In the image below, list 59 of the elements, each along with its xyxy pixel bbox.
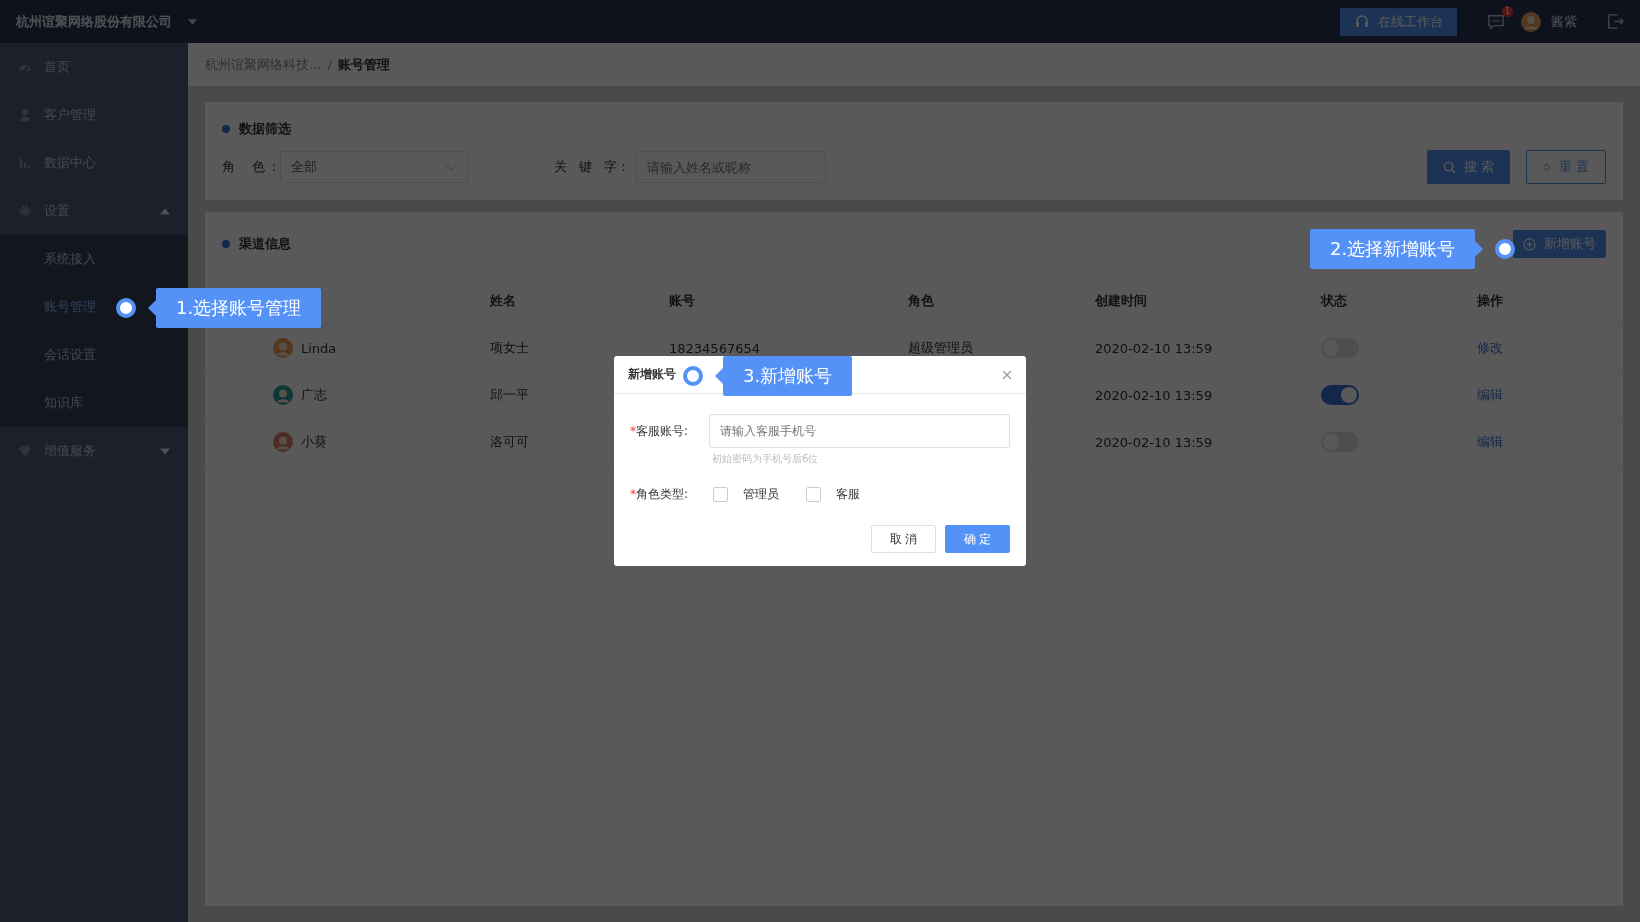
table-cell: 广志 [301,386,327,404]
field-label: 关 键 字: [554,158,630,176]
table-cell: Linda [301,340,337,356]
dialog-title: 新增账号 [628,366,676,383]
action-link[interactable]: 编辑 [1477,434,1503,449]
action-link[interactable]: 编辑 [1477,387,1503,402]
chevron-down-icon [445,163,457,171]
column-header: 角色 [908,293,934,308]
checkbox[interactable] [713,487,728,502]
callout-pointer-icon [1475,241,1484,257]
field-label: 角 色: [222,158,276,176]
action-link[interactable]: 修改 [1477,340,1503,355]
close-icon[interactable] [1002,369,1012,380]
avatar-icon[interactable] [1521,11,1541,32]
column-header: 状态 [1321,293,1347,308]
table-cell: 项女士 [490,340,529,355]
avatar-icon [273,338,293,358]
table-cell: 2020-02-10 13:59 [1095,387,1213,403]
message-icon[interactable] [1487,13,1505,30]
headset-icon [1354,13,1370,30]
username[interactable]: 酱紫 [1551,12,1577,31]
checkbox-label[interactable]: 管理员 [743,486,779,503]
section-title: 数据筛选 [239,120,291,138]
column-header: 操作 [1477,293,1503,308]
step-callout: 2.选择新增账号 [1310,229,1476,269]
field-hint: 初始密码为手机号后6位 [712,452,820,466]
logout-icon[interactable] [1607,13,1624,30]
role-select[interactable]: 全部 [280,151,468,183]
avatar-icon [273,432,293,452]
table-cell: 18234567654 [669,340,760,356]
breadcrumb-separator: / [327,57,332,72]
table-cell: 2020-02-10 13:59 [1095,434,1213,450]
company-name[interactable]: 杭州谊聚网络股份有限公司 [16,12,172,31]
account-field[interactable]: 请输入客服手机号 [709,414,1010,448]
table-cell: 超级管理员 [908,340,973,355]
column-header: 姓名 [490,293,516,308]
column-header: 账号 [669,293,695,308]
plus-circle-icon [1523,237,1536,251]
status-switch[interactable] [1321,385,1359,405]
caret-icon [188,18,197,25]
table-cell: 洛可可 [490,434,529,449]
section-title: 渠道信息 [239,235,291,253]
search-icon [1442,160,1456,174]
step-callout: 3.新增账号 [723,356,853,396]
checkbox-label[interactable]: 客服 [836,486,860,503]
field-label: *角色类型: [630,486,690,503]
checkbox[interactable] [806,487,821,502]
column-header: 创建时间 [1095,293,1147,308]
step-callout: 1.选择账号管理 [156,288,322,328]
field-label: *客服账号: [630,422,690,440]
cancel-button[interactable]: 取 消 [871,525,936,553]
bullet-icon [222,240,230,248]
bullet-icon [222,125,230,133]
breadcrumb-item: 账号管理 [337,55,390,74]
notification-badge: 1 [1501,5,1513,17]
table-cell: 2020-02-10 13:59 [1095,340,1213,356]
confirm-button[interactable]: 确 定 [945,525,1010,553]
table-cell: 小葵 [301,433,327,451]
avatar-icon [273,385,293,405]
